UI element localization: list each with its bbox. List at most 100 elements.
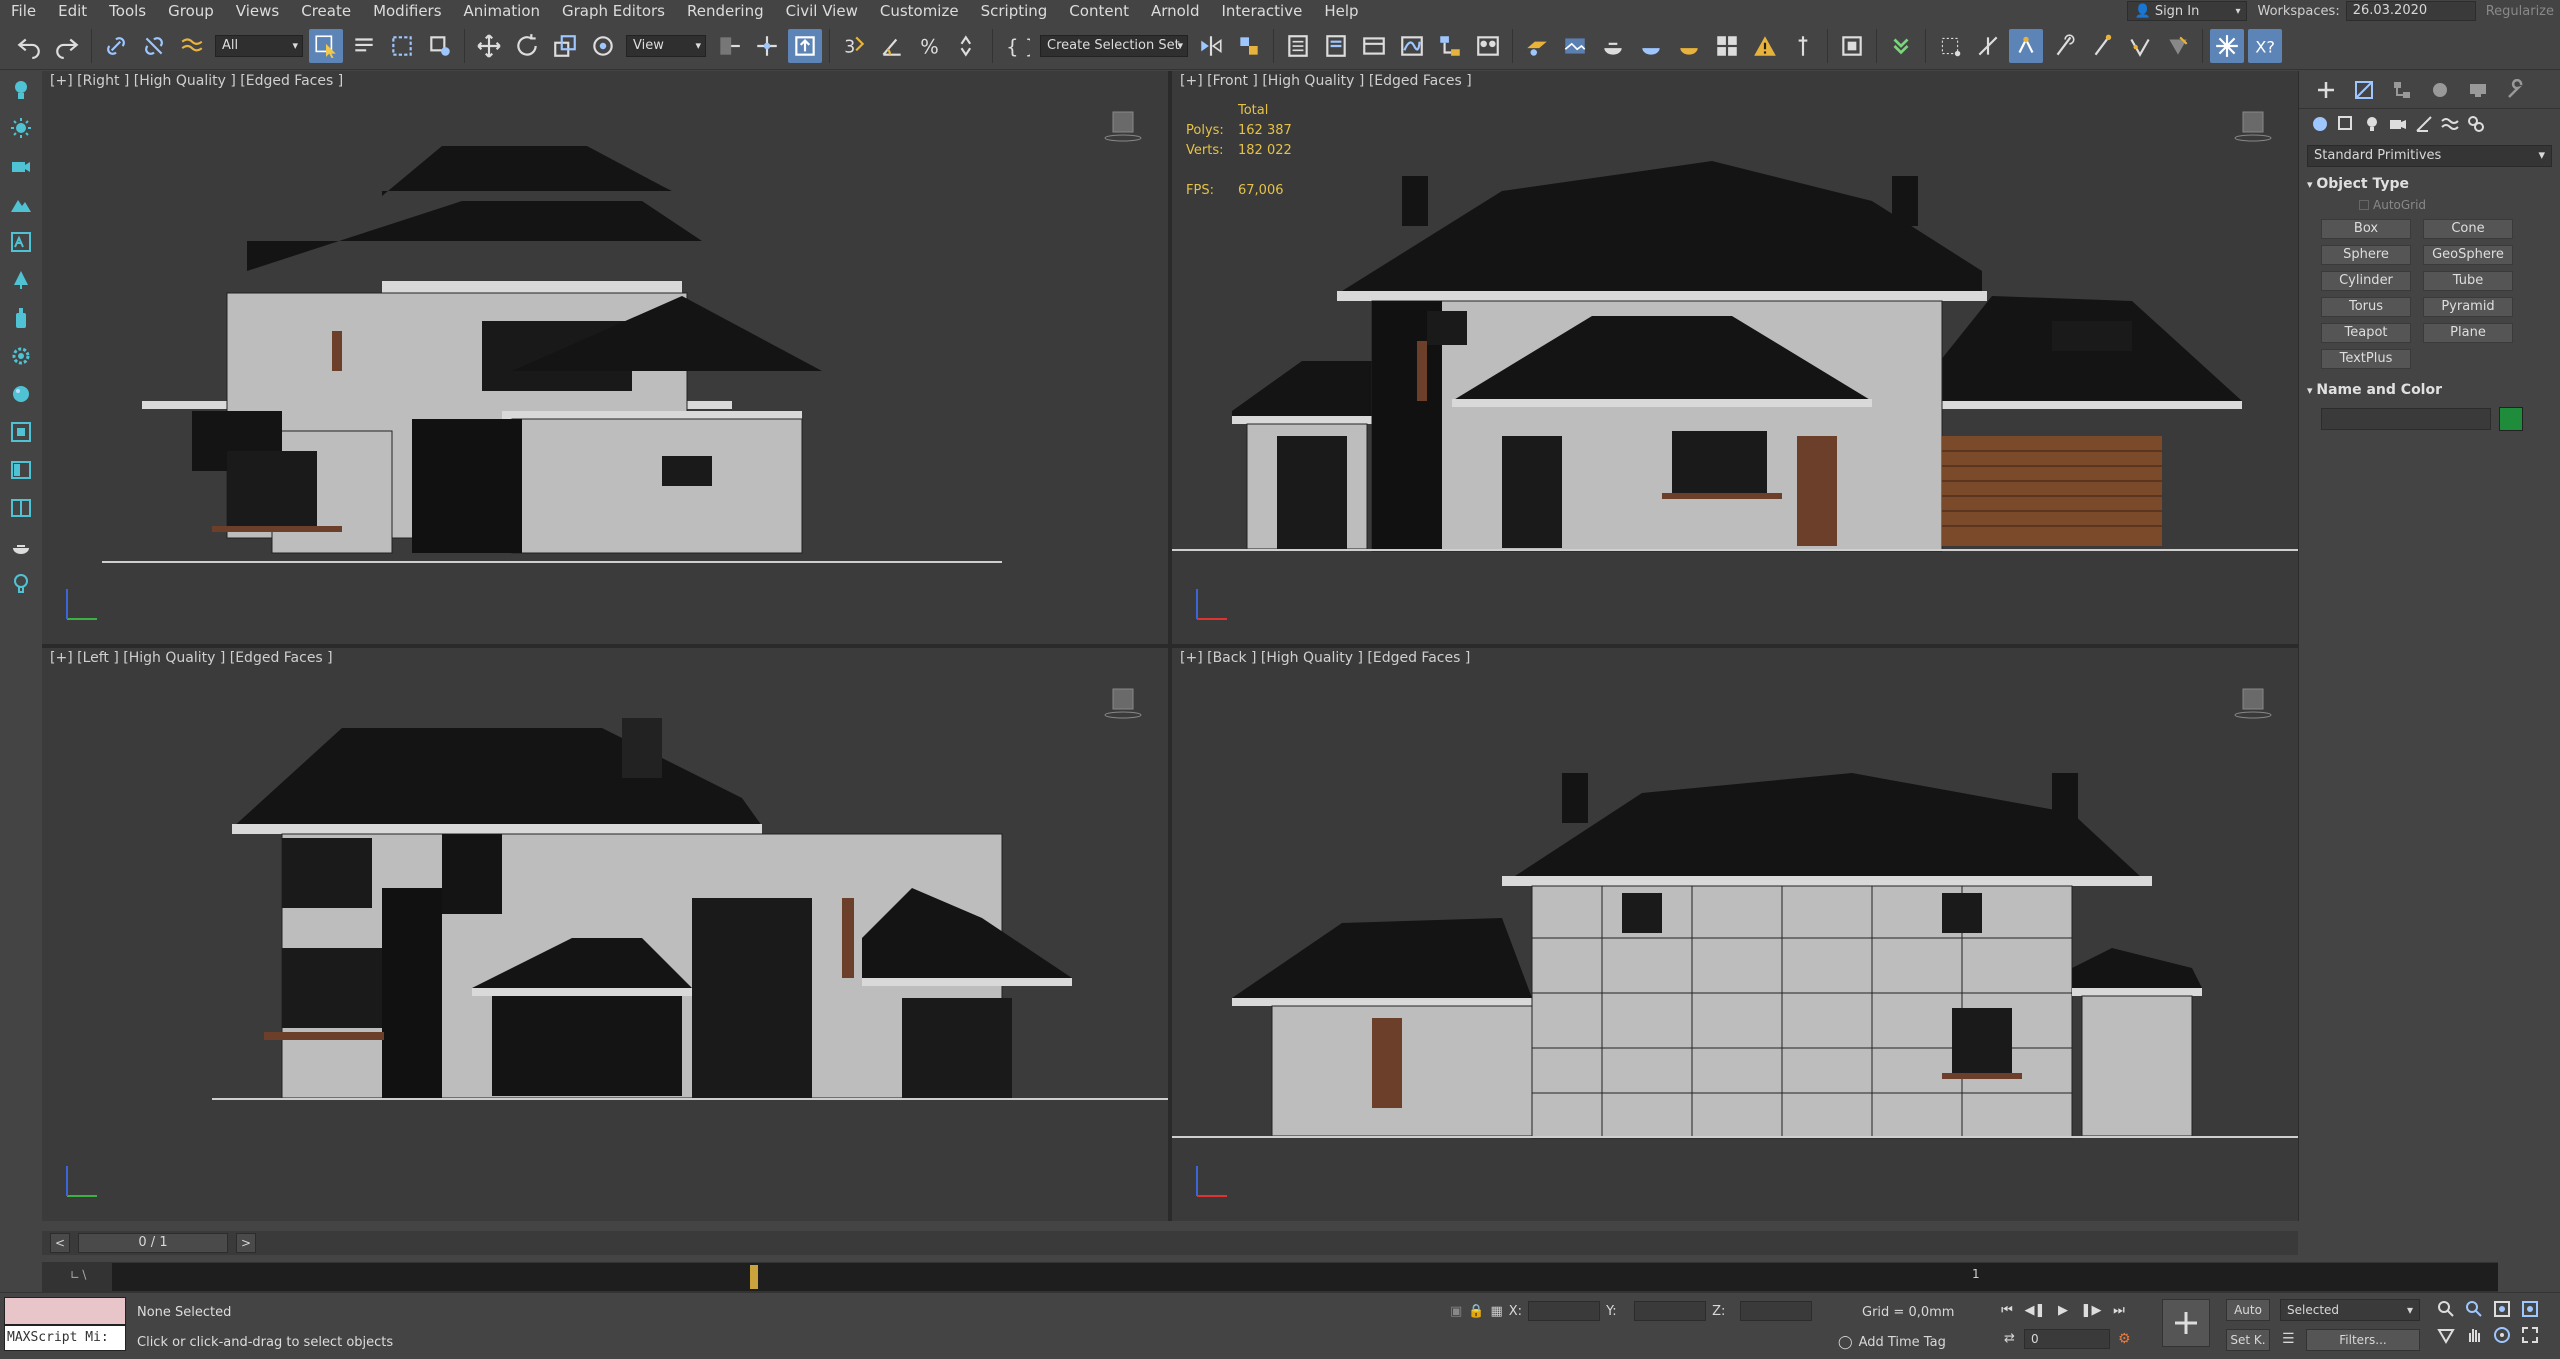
reference-coordinate-dropdown[interactable]: View — [626, 34, 706, 57]
select-object-button[interactable] — [309, 28, 343, 63]
menu-file[interactable]: File — [0, 2, 47, 20]
mirror-button[interactable] — [1194, 29, 1228, 63]
snap-grid-points-button[interactable] — [1933, 29, 1967, 63]
menu-group[interactable]: Group — [157, 2, 225, 20]
rotate-button[interactable] — [510, 29, 544, 63]
time-slider-thumb[interactable]: 0 / 1 — [78, 1233, 228, 1253]
y-coordinate-field[interactable] — [1634, 1301, 1707, 1321]
maximize-viewport-icon[interactable] — [2520, 1325, 2540, 1345]
viewport-left[interactable]: [+] [Left ] [High Quality ] [Edged Faces… — [42, 648, 1168, 1221]
tab-display[interactable] — [2459, 74, 2497, 106]
toggle-ribbon-button[interactable] — [1357, 29, 1391, 63]
zoom-all-icon[interactable] — [2464, 1299, 2484, 1319]
window-button[interactable] — [0, 489, 42, 527]
viewport-back-label[interactable]: [+] [Back ] [High Quality ] [Edged Faces… — [1180, 650, 1470, 666]
regularize-label[interactable]: Regularize — [2486, 4, 2560, 19]
render-setup-button[interactable] — [1520, 29, 1554, 63]
textplus-button[interactable]: TextPlus — [2321, 349, 2411, 369]
snap-edge-button[interactable] — [2047, 29, 2081, 63]
key-filters-button[interactable]: Filters... — [2306, 1329, 2420, 1351]
time-config-icon[interactable]: ⚙ — [2118, 1331, 2131, 1347]
teapot-button[interactable] — [0, 527, 42, 565]
key-filter-selection-dropdown[interactable]: Selected — [2280, 1299, 2420, 1321]
viewport-front-label[interactable]: [+] [Front ] [High Quality ] [Edged Face… — [1180, 73, 1472, 89]
bottle-button[interactable] — [0, 299, 42, 337]
percent-snap-button[interactable]: % — [913, 29, 947, 63]
set-key-big-button[interactable] — [2162, 1299, 2210, 1347]
redo-button[interactable] — [50, 29, 84, 63]
select-by-name-button[interactable] — [347, 29, 381, 63]
current-frame-marker[interactable] — [750, 1265, 758, 1289]
lock-selection-icon[interactable]: 🔒 — [1468, 1304, 1484, 1319]
isolate-selection-icon[interactable]: ▣ — [1450, 1304, 1462, 1319]
spacewarps-category-button[interactable] — [2437, 111, 2463, 137]
menu-animation[interactable]: Animation — [453, 2, 551, 20]
add-time-tag-button[interactable]: ◯ Add Time Tag — [1838, 1335, 1946, 1350]
object-color-swatch[interactable] — [2499, 407, 2523, 431]
tab-create[interactable] — [2307, 74, 2345, 106]
z-coordinate-field[interactable] — [1740, 1301, 1813, 1321]
cone-button[interactable]: Cone — [2423, 219, 2513, 239]
tree-button[interactable] — [0, 261, 42, 299]
snap-face-button[interactable] — [2161, 29, 2195, 63]
go-to-start-button[interactable]: ⏮ — [1996, 1299, 2018, 1321]
material-editor-button[interactable] — [1471, 29, 1505, 63]
curve-editor-button[interactable] — [1395, 29, 1429, 63]
menu-rendering[interactable]: Rendering — [676, 2, 775, 20]
auto-key-button[interactable]: Auto — [2226, 1299, 2270, 1321]
autogrid-checkbox[interactable] — [2359, 200, 2369, 210]
torus-button[interactable]: Torus — [2321, 297, 2411, 317]
angle-snap-button[interactable] — [875, 29, 909, 63]
edit-named-selection-button[interactable]: { } — [1000, 29, 1034, 63]
snap-settings-button[interactable] — [2210, 28, 2244, 63]
expand-toolbar-button[interactable] — [1884, 29, 1918, 63]
sun-button[interactable] — [0, 109, 42, 147]
render-production-button[interactable] — [1596, 29, 1630, 63]
viewcube-icon[interactable] — [2233, 683, 2273, 723]
undo-button[interactable] — [12, 29, 46, 63]
selection-filter-dropdown[interactable]: All — [215, 34, 303, 57]
spinner-snap-button[interactable] — [951, 29, 985, 63]
viewport-right[interactable]: [+] [Right ] [High Quality ] [Edged Face… — [42, 71, 1168, 644]
geosphere-button[interactable]: GeoSphere — [2423, 245, 2513, 265]
tube-button[interactable]: Tube — [2423, 271, 2513, 291]
layer-explorer-button[interactable] — [1319, 29, 1353, 63]
cameras-category-button[interactable] — [2385, 111, 2411, 137]
menu-modifiers[interactable]: Modifiers — [362, 2, 452, 20]
light-helper-button[interactable] — [0, 565, 42, 603]
workspaces-dropdown[interactable]: 26.03.2020 — [2345, 1, 2476, 21]
align-button[interactable] — [1232, 29, 1266, 63]
pan-view-icon[interactable] — [2464, 1325, 2484, 1345]
snap-endpoint-button[interactable] — [2085, 29, 2119, 63]
maxscript-mini-listener-input[interactable]: MAXScript Mi: — [4, 1325, 126, 1351]
rendered-frame-window-button[interactable] — [1558, 29, 1592, 63]
render-activeshade-button[interactable] — [1672, 29, 1706, 63]
menu-help[interactable]: Help — [1313, 2, 1369, 20]
snaps-toggle-button[interactable]: 3 — [837, 29, 871, 63]
tab-hierarchy[interactable] — [2383, 74, 2421, 106]
orbit-icon[interactable] — [2492, 1325, 2512, 1345]
box-button[interactable]: Box — [2321, 219, 2411, 239]
menu-create[interactable]: Create — [290, 2, 362, 20]
place-button[interactable] — [586, 29, 620, 63]
curve-editor-mini-icon[interactable]: ∟∖ — [70, 1268, 88, 1282]
helpers-category-button[interactable] — [2411, 111, 2437, 137]
key-mode-icon[interactable]: ⇄ — [2004, 1331, 2015, 1346]
camera-button[interactable] — [0, 147, 42, 185]
create-lights-button[interactable] — [0, 71, 42, 109]
set-key-button[interactable]: Set K. — [2226, 1329, 2270, 1351]
time-slider-next-button[interactable]: > — [236, 1233, 256, 1253]
named-selection-set-dropdown[interactable]: Create Selection Set — [1040, 34, 1188, 57]
cylinder-button[interactable]: Cylinder — [2321, 271, 2411, 291]
next-frame-button[interactable]: ❚▶ — [2080, 1299, 2102, 1321]
snap-midpoint-button[interactable] — [2123, 29, 2157, 63]
move-button[interactable] — [472, 29, 506, 63]
lights-category-button[interactable] — [2359, 111, 2385, 137]
tab-motion[interactable] — [2421, 74, 2459, 106]
unlink-button[interactable] — [137, 29, 171, 63]
menu-content[interactable]: Content — [1058, 2, 1140, 20]
render-iterative-button[interactable] — [1634, 29, 1668, 63]
gear-tool-button[interactable] — [0, 337, 42, 375]
menu-graph-editors[interactable]: Graph Editors — [551, 2, 676, 20]
primitive-category-dropdown[interactable]: Standard Primitives — [2307, 145, 2552, 167]
